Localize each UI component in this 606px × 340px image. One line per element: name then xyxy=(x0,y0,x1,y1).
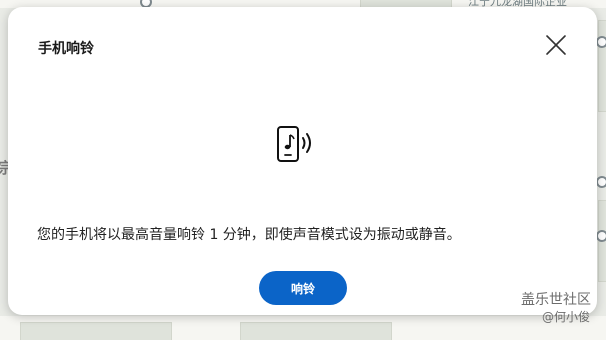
ring-button[interactable]: 响铃 xyxy=(259,271,347,305)
dialog-title: 手机响铃 xyxy=(38,41,94,57)
map-poi-icon xyxy=(596,176,606,188)
ring-phone-dialog: 手机响铃 您的手机将以最高音量响铃 1 分钟，即使声音模式设为振动或静音。 响铃 xyxy=(8,7,597,315)
watermark-author: @何小俊 xyxy=(542,310,591,324)
map-poi-icon xyxy=(596,36,606,48)
map-block xyxy=(598,20,606,112)
map-block xyxy=(20,322,172,340)
map-block xyxy=(240,322,392,340)
dialog-message: 您的手机将以最高音量响铃 1 分钟，即使声音模式设为振动或静音。 xyxy=(37,227,461,243)
phone-ringing-icon xyxy=(276,125,322,165)
close-button[interactable] xyxy=(543,32,569,58)
close-icon xyxy=(546,35,566,55)
watermark-site: 盖乐世社区 xyxy=(521,292,591,308)
map-poi-icon xyxy=(596,230,606,242)
